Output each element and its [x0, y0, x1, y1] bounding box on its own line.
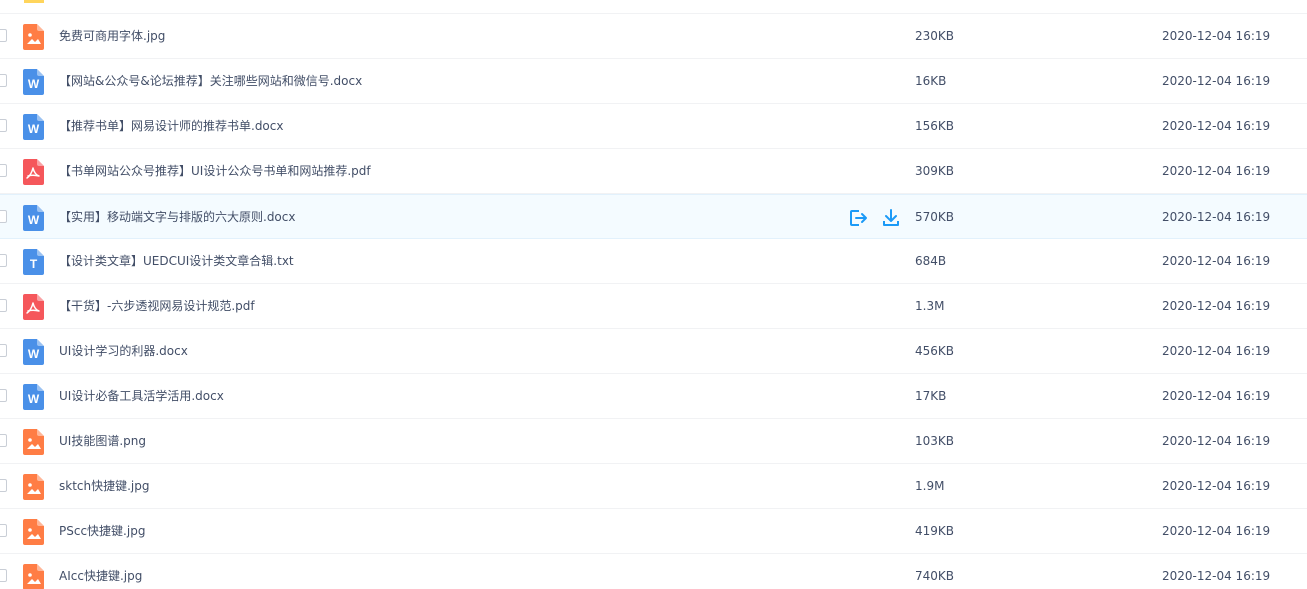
modified-date: 2020-12-04 16:19 — [1162, 119, 1271, 133]
word-doc-icon: W — [23, 114, 45, 140]
table-row[interactable]: PScc快捷键.jpg 419KB 2020-12-04 16:19 — [0, 509, 1307, 554]
file-size: 17KB — [915, 389, 947, 403]
row-checkbox[interactable] — [0, 524, 7, 537]
file-size: 456KB — [915, 344, 955, 358]
row-checkbox[interactable] — [0, 434, 7, 447]
table-row[interactable]: 免费可商用字体.jpg 230KB 2020-12-04 16:19 — [0, 14, 1307, 59]
table-row[interactable]: W 【网站&公众号&论坛推荐】关注哪些网站和微信号.docx 16KB 2020-12… — [0, 59, 1307, 104]
modified-date: 2020-12-04 16:19 — [1162, 299, 1271, 313]
file-name[interactable]: 【实用】移动端文字与排版的六大原则.docx — [59, 195, 295, 240]
svg-text:W: W — [28, 347, 40, 361]
word-doc-icon: W — [23, 384, 45, 410]
file-name[interactable]: 【干货】-六步透视网易设计规范.pdf — [59, 284, 255, 329]
modified-date: 2020-12-04 16:19 — [1162, 164, 1271, 178]
row-checkbox[interactable] — [0, 210, 7, 223]
image-file-icon — [23, 429, 45, 455]
modified-date: 2020-12-04 16:19 — [1162, 434, 1271, 448]
file-size: 103KB — [915, 434, 955, 448]
file-size: 419KB — [915, 524, 955, 538]
download-icon[interactable] — [881, 208, 901, 228]
pdf-icon — [23, 159, 45, 185]
file-name[interactable]: 【推荐书单】网易设计师的推荐书单.docx — [59, 104, 283, 149]
file-list: 免费可商用字体.jpg 230KB 2020-12-04 16:19 W 【网站&公众号… — [0, 0, 1307, 589]
file-size: 156KB — [915, 119, 955, 133]
file-name[interactable]: 【书单网站公众号推荐】UI设计公众号书单和网站推荐.pdf — [59, 149, 371, 194]
file-size: 570KB — [915, 210, 955, 224]
file-name[interactable]: UI设计学习的利器.docx — [59, 329, 188, 374]
file-size: 309KB — [915, 164, 955, 178]
file-size: 740KB — [915, 569, 955, 583]
file-name[interactable]: sktch快捷键.jpg — [59, 464, 150, 509]
modified-date: 2020-12-04 16:19 — [1162, 569, 1271, 583]
file-name[interactable]: 【设计类文章】UEDCUI设计类文章合辑.txt — [59, 239, 294, 284]
share-icon[interactable] — [848, 208, 868, 228]
svg-text:T: T — [30, 257, 38, 271]
table-row[interactable]: sktch快捷键.jpg 1.9M 2020-12-04 16:19 — [0, 464, 1307, 509]
row-checkbox[interactable] — [0, 254, 7, 267]
table-row[interactable]: AIcc快捷键.jpg 740KB 2020-12-04 16:19 — [0, 554, 1307, 589]
table-row[interactable]: T 【设计类文章】UEDCUI设计类文章合辑.txt 684B 2020-12-04 … — [0, 239, 1307, 284]
modified-date: 2020-12-04 16:19 — [1162, 344, 1271, 358]
word-doc-icon: W — [23, 339, 45, 365]
file-size: 1.9M — [915, 479, 945, 493]
file-size: 684B — [915, 254, 947, 268]
file-name[interactable]: PScc快捷键.jpg — [59, 509, 145, 554]
row-checkbox[interactable] — [0, 569, 7, 582]
table-row[interactable]: W UI设计必备工具活学活用.docx 17KB 2020-12-04 16:19 — [0, 374, 1307, 419]
svg-text:W: W — [28, 77, 40, 91]
word-doc-icon: W — [23, 69, 45, 95]
svg-text:W: W — [28, 392, 40, 406]
word-doc-icon: W — [23, 205, 45, 231]
table-row[interactable]: 【干货】-六步透视网易设计规范.pdf 1.3M 2020-12-04 16:19 — [0, 284, 1307, 329]
table-row[interactable]: 【书单网站公众号推荐】UI设计公众号书单和网站推荐.pdf 309KB 2020-1… — [0, 149, 1307, 194]
image-file-icon — [23, 519, 45, 545]
txt-file-icon: T — [23, 249, 45, 275]
table-row-partial[interactable] — [0, 0, 1307, 14]
pdf-icon — [23, 294, 45, 320]
modified-date: 2020-12-04 16:19 — [1162, 524, 1271, 538]
image-file-icon — [23, 564, 45, 589]
file-name[interactable]: UI技能图谱.png — [59, 419, 146, 464]
file-size: 230KB — [915, 29, 955, 43]
file-name[interactable]: 免费可商用字体.jpg — [59, 14, 165, 59]
svg-text:W: W — [28, 213, 40, 227]
file-size: 1.3M — [915, 299, 945, 313]
table-row[interactable]: W UI设计学习的利器.docx 456KB 2020-12-04 16:19 — [0, 329, 1307, 374]
file-name[interactable]: AIcc快捷键.jpg — [59, 554, 142, 589]
modified-date: 2020-12-04 16:19 — [1162, 254, 1271, 268]
svg-text:W: W — [28, 122, 40, 136]
file-name[interactable]: UI设计必备工具活学活用.docx — [59, 374, 224, 419]
image-file-icon — [23, 474, 45, 500]
row-checkbox[interactable] — [0, 29, 7, 42]
file-size: 16KB — [915, 74, 947, 88]
modified-date: 2020-12-04 16:19 — [1162, 389, 1271, 403]
modified-date: 2020-12-04 16:19 — [1162, 74, 1271, 88]
modified-date: 2020-12-04 16:19 — [1162, 29, 1271, 43]
row-checkbox[interactable] — [0, 479, 7, 492]
row-checkbox[interactable] — [0, 164, 7, 177]
file-name[interactable]: 【网站&公众号&论坛推荐】关注哪些网站和微信号.docx — [59, 59, 362, 104]
modified-date: 2020-12-04 16:19 — [1162, 210, 1271, 224]
row-checkbox[interactable] — [0, 74, 7, 87]
image-file-icon — [23, 24, 45, 50]
table-row[interactable]: W 【推荐书单】网易设计师的推荐书单.docx 156KB 2020-12-04 16… — [0, 104, 1307, 149]
row-checkbox[interactable] — [0, 344, 7, 357]
row-checkbox[interactable] — [0, 389, 7, 402]
row-checkbox[interactable] — [0, 119, 7, 132]
folder-icon — [23, 0, 45, 5]
table-row[interactable]: W 【实用】移动端文字与排版的六大原则.docx 570KB 2020-12-04 1… — [0, 194, 1307, 239]
modified-date: 2020-12-04 16:19 — [1162, 479, 1271, 493]
row-checkbox[interactable] — [0, 299, 7, 312]
table-row[interactable]: UI技能图谱.png 103KB 2020-12-04 16:19 — [0, 419, 1307, 464]
